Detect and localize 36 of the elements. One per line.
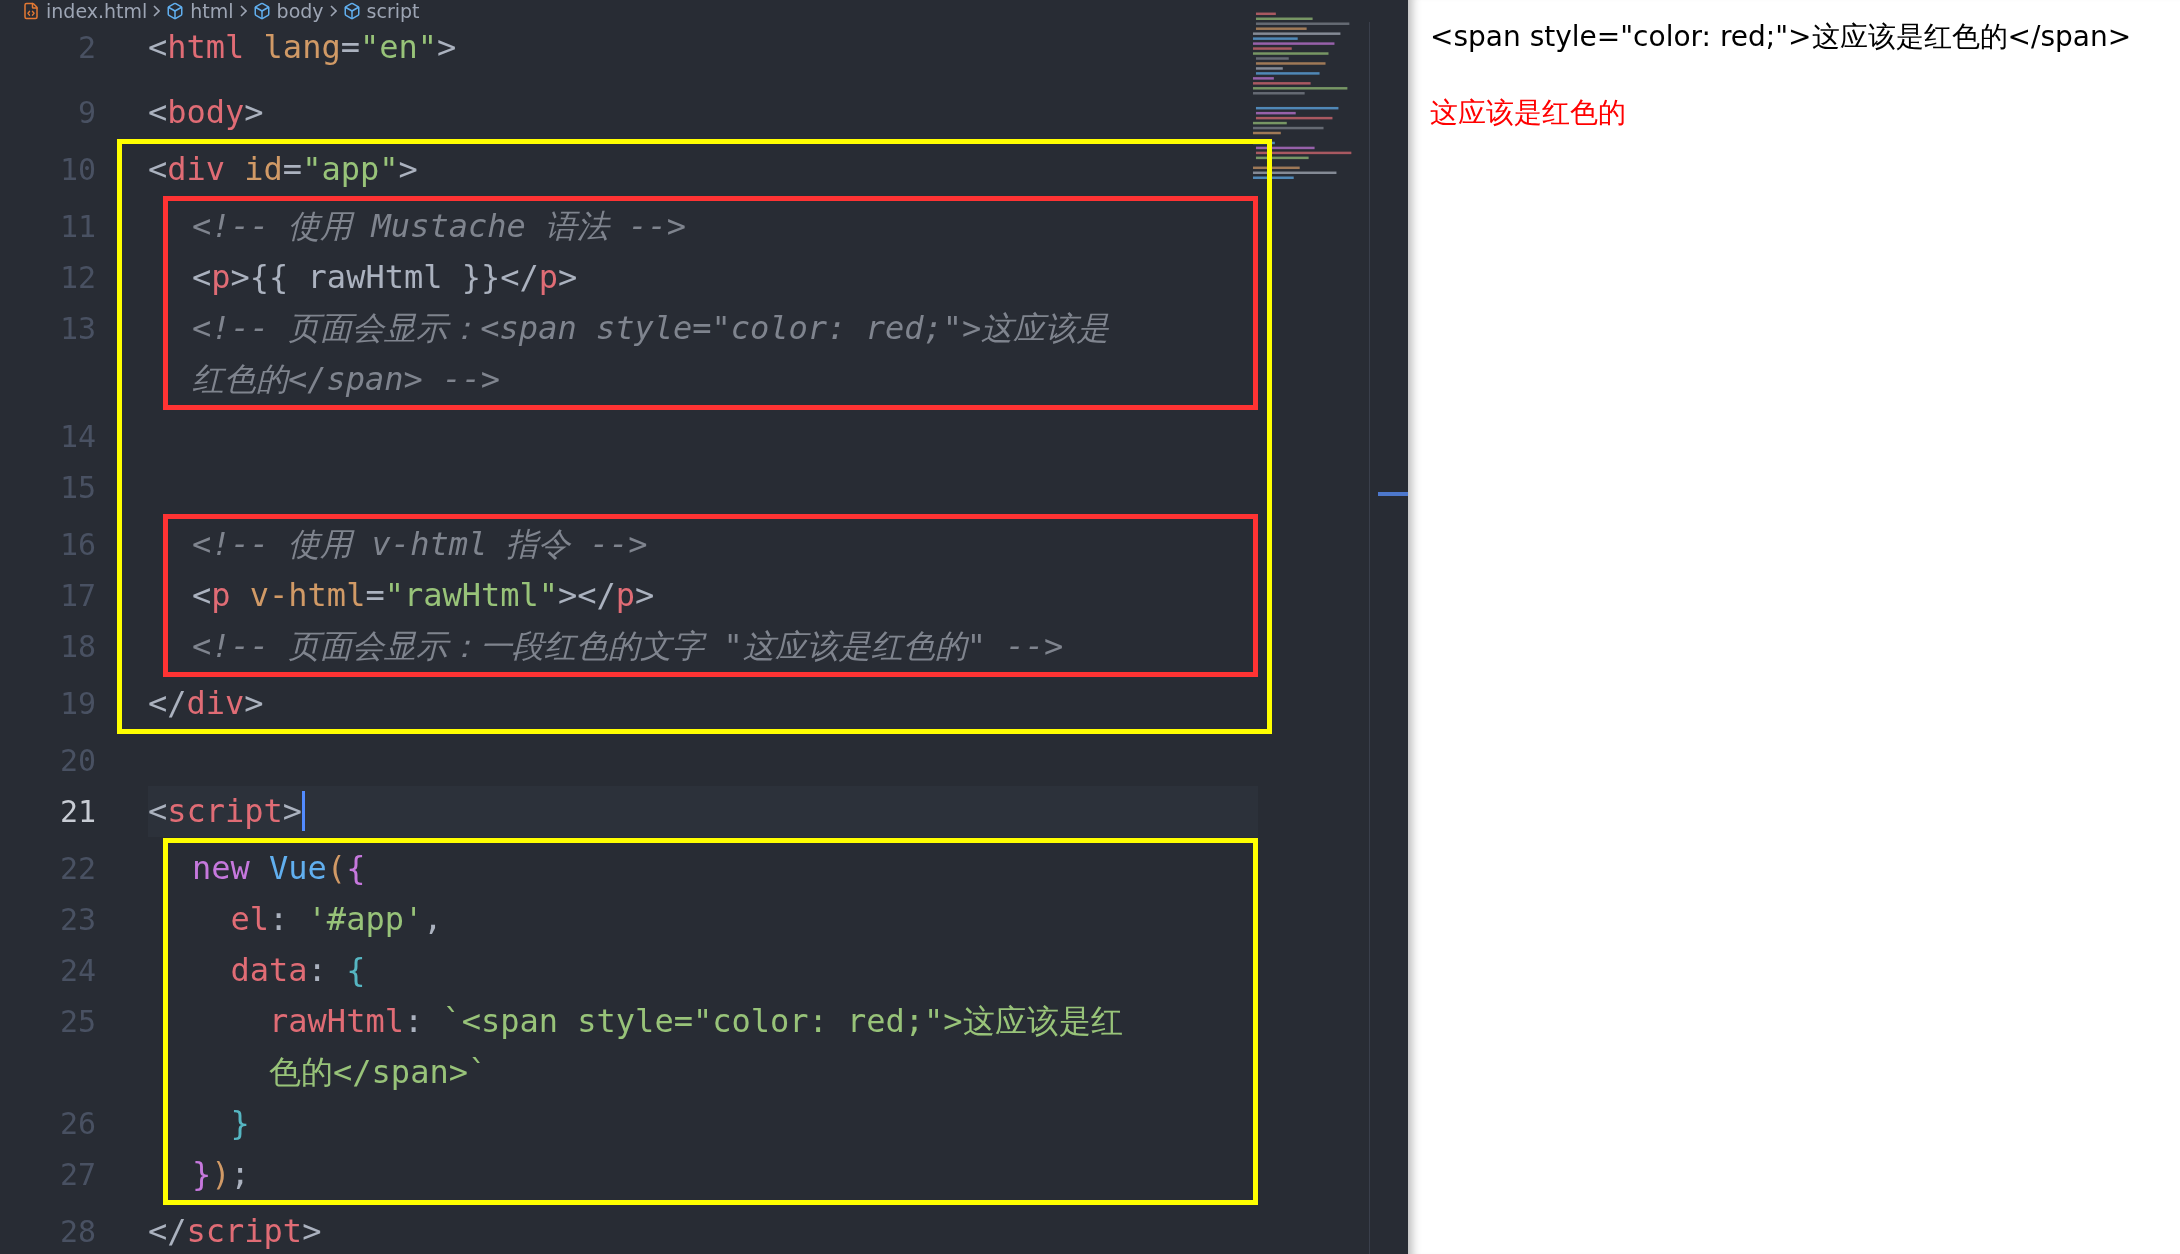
chevron-icon: [239, 5, 247, 17]
code-text: <!-- 使用 v-html 指令 -->: [192, 524, 648, 565]
preview-text: 这应该是红色的: [1430, 95, 1627, 131]
code-text: </div>: [148, 683, 264, 724]
preview-text: <span style="color: red;">这应该是红色的</span>: [1430, 19, 2133, 55]
code-text: <script>: [148, 791, 303, 832]
code-text: <body>: [148, 92, 264, 133]
code-text: <div id="app">: [148, 149, 418, 190]
scroll-marker: [1378, 492, 1408, 496]
code-text: </script>: [148, 1211, 322, 1252]
breadcrumb-item[interactable]: body: [252, 0, 324, 22]
code-text: <p v-html="rawHtml"></p>: [192, 575, 655, 616]
chevron-icon: [329, 5, 337, 17]
code-text: el: '#app',: [229, 899, 443, 940]
code-text: 色的</span>`: [268, 1052, 488, 1093]
code-text: new Vue({: [192, 848, 366, 889]
breadcrumb-item[interactable]: script: [342, 0, 420, 22]
file-icon: [22, 2, 40, 20]
code-text: <!-- 使用 Mustache 语法 -->: [192, 206, 687, 247]
code-text: rawHtml: `<span style="color: red;">这应该是红: [268, 1001, 1123, 1042]
code-text: 红色的</span> -->: [192, 359, 500, 400]
code-text: });: [192, 1154, 250, 1195]
chevron-icon: [153, 5, 161, 17]
breadcrumb-item[interactable]: index.html: [22, 0, 148, 22]
text-cursor: [302, 791, 306, 831]
code-text: <html lang="en">: [148, 27, 457, 68]
line-number: 21: [58, 793, 96, 831]
breadcrumb-item[interactable]: html: [166, 0, 234, 22]
cube-icon: [166, 2, 185, 20]
code-text: data: {: [229, 950, 366, 991]
code-text: }: [229, 1103, 250, 1144]
code-text: <!-- 页面会显示：一段红色的文字 "这应该是红色的" -->: [192, 626, 1064, 667]
cube-icon: [252, 2, 271, 20]
code-text: <p>{{ rawHtml }}</p>: [192, 257, 578, 298]
cube-icon: [342, 2, 361, 20]
code-text: <!-- 页面会显示：<span style="color: red;">这应该是: [192, 308, 1110, 349]
